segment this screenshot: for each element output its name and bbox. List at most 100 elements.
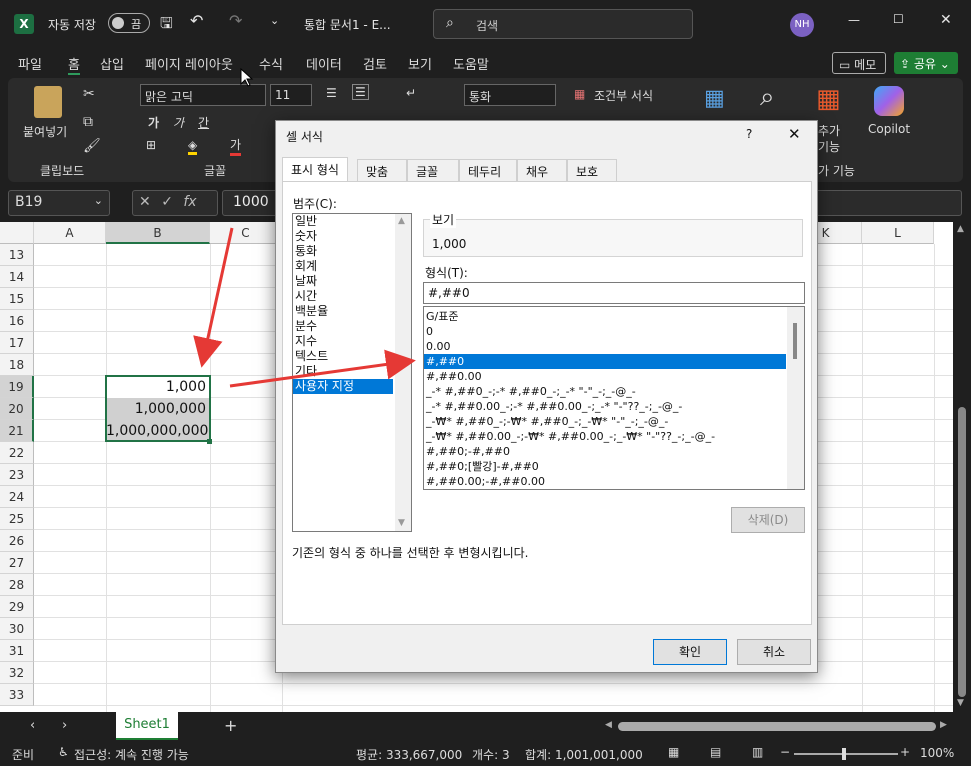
horizontal-scrollbar-thumb[interactable]	[618, 722, 936, 731]
page-layout-view-icon[interactable]: ▤	[710, 745, 721, 759]
vertical-scrollbar[interactable]: ▲ ▼	[953, 222, 971, 712]
menu-formulas[interactable]: 수식	[259, 54, 283, 73]
addins-label-1[interactable]: 추가	[818, 122, 840, 139]
memo-button[interactable]: ▭ 메모	[832, 52, 886, 74]
paste-icon[interactable]	[34, 86, 62, 118]
format-item[interactable]: _-₩* #,##0_-;-₩* #,##0_-;_-₩* "-"_-;_-@_…	[424, 414, 786, 429]
category-item[interactable]: 지수	[293, 334, 393, 349]
category-scroll-up-icon[interactable]: ▲	[398, 216, 405, 226]
fill-color-icon[interactable]: ◈	[188, 138, 198, 155]
menu-file[interactable]: 파일	[18, 54, 42, 73]
menu-help[interactable]: 도움말	[453, 54, 489, 73]
category-item[interactable]: 백분율	[293, 304, 393, 319]
border-icon[interactable]: ⊞	[146, 138, 156, 152]
customize-qat-icon[interactable]: ⌄	[270, 14, 279, 27]
scrollbar-thumb[interactable]	[958, 407, 966, 697]
conditional-format-icon[interactable]: ▦	[574, 87, 585, 101]
addins-label-2[interactable]: 기능	[818, 138, 840, 155]
category-item[interactable]: 기타	[293, 364, 393, 379]
format-item[interactable]: #,##0	[424, 354, 786, 369]
column-header-l[interactable]: L	[862, 222, 934, 244]
name-box[interactable]: B19 ⌄	[8, 190, 110, 216]
redo-icon[interactable]: ↷	[229, 11, 242, 30]
format-scrollbar-thumb[interactable]	[793, 323, 797, 359]
italic-icon[interactable]: 가	[173, 114, 184, 131]
format-item[interactable]: _-₩* #,##0.00_-;-₩* #,##0.00_-;_-₩* "-"?…	[424, 429, 786, 444]
format-item[interactable]: G/표준	[424, 309, 786, 324]
bold-icon[interactable]: 가	[148, 114, 159, 131]
save-icon[interactable]: 🖫	[160, 13, 173, 38]
find-icon[interactable]: ⌕	[760, 82, 775, 113]
row-header[interactable]: 29	[0, 596, 34, 618]
tab-alignment[interactable]: 맞춤	[357, 159, 407, 181]
select-all-corner[interactable]	[0, 222, 34, 244]
row-header[interactable]: 32	[0, 662, 34, 684]
font-size-select[interactable]: 11	[270, 84, 312, 106]
format-list[interactable]: G/표준 0 0.00 #,##0 #,##0.00 _-* #,##0_-;-* #,#…	[423, 306, 805, 490]
row-header[interactable]: 25	[0, 508, 34, 530]
delete-format-button[interactable]: 삭제(D)	[731, 507, 805, 533]
undo-icon[interactable]: ↶	[190, 11, 203, 30]
tab-fill[interactable]: 채우기	[517, 159, 567, 196]
column-header-c[interactable]: C	[210, 222, 282, 244]
menu-page-layout[interactable]: 페이지 레이아웃	[145, 54, 233, 73]
share-button[interactable]: ⇪ 공유 ⌄	[894, 52, 958, 74]
row-header[interactable]: 22	[0, 442, 34, 464]
hscroll-left-icon[interactable]: ◀	[605, 720, 612, 730]
dialog-help-button[interactable]: ?	[746, 127, 752, 141]
prev-sheet-icon[interactable]: ‹	[30, 718, 35, 733]
category-item[interactable]: 통화	[293, 244, 393, 259]
row-header[interactable]: 18	[0, 354, 34, 376]
copilot-button[interactable]: Copilot	[868, 122, 910, 136]
avatar[interactable]: NH	[790, 13, 814, 37]
hscroll-right-icon[interactable]: ▶	[940, 720, 947, 730]
category-item[interactable]: 숫자	[293, 229, 393, 244]
cut-icon[interactable]: ✂	[83, 86, 95, 102]
category-scroll-down-icon[interactable]: ▼	[398, 518, 405, 528]
row-header[interactable]: 31	[0, 640, 34, 662]
row-header[interactable]: 14	[0, 266, 34, 288]
align-middle-icon[interactable]: ☰	[352, 84, 369, 100]
column-header-a[interactable]: A	[34, 222, 106, 244]
copy-icon[interactable]: ⧉	[83, 114, 93, 130]
next-sheet-icon[interactable]: ›	[62, 718, 67, 733]
scroll-down-icon[interactable]: ▼	[957, 698, 964, 708]
fill-handle[interactable]	[207, 439, 212, 444]
zoom-in-icon[interactable]: +	[900, 745, 910, 759]
tab-number[interactable]: 표시 형식	[282, 157, 348, 181]
zoom-slider-thumb[interactable]	[842, 748, 846, 760]
page-break-view-icon[interactable]: ▥	[752, 745, 763, 759]
align-top-icon[interactable]: ☰	[326, 86, 337, 100]
search-box[interactable]: ⌕ 검색	[433, 9, 693, 39]
category-item[interactable]: 사용자 지정	[293, 379, 393, 394]
format-item[interactable]: #,##0.00	[424, 369, 786, 384]
format-scrollbar[interactable]	[787, 307, 804, 489]
wrap-text-icon[interactable]: ↵	[406, 86, 416, 100]
row-header[interactable]: 30	[0, 618, 34, 640]
addins-icon[interactable]: ▦	[816, 84, 841, 114]
status-accessibility[interactable]: 접근성: 계속 진행 가능	[74, 746, 189, 763]
tab-border[interactable]: 테두리	[459, 159, 517, 181]
insert-function-icon[interactable]: fx	[183, 194, 196, 210]
format-item[interactable]: 0.00	[424, 339, 786, 354]
column-header-b[interactable]: B	[106, 222, 210, 244]
row-header[interactable]: 28	[0, 574, 34, 596]
sheet-tab[interactable]: Sheet1	[116, 712, 178, 740]
tab-font[interactable]: 글꼴	[407, 159, 459, 181]
format-item[interactable]: #,##0;[빨강]-#,##0	[424, 459, 786, 474]
category-item[interactable]: 분수	[293, 319, 393, 334]
conditional-format-button[interactable]: 조건부 서식	[594, 87, 653, 104]
copilot-icon[interactable]	[874, 86, 904, 116]
row-header[interactable]: 24	[0, 486, 34, 508]
font-color-icon[interactable]: 가	[230, 136, 242, 156]
underline-icon[interactable]: 간	[198, 114, 209, 131]
confirm-entry-icon[interactable]: ✓	[161, 194, 173, 210]
row-header[interactable]: 16	[0, 310, 34, 332]
ok-button[interactable]: 확인	[653, 639, 727, 665]
zoom-slider[interactable]	[794, 748, 898, 760]
minimize-icon[interactable]: —	[848, 13, 860, 27]
add-sheet-icon[interactable]: +	[224, 716, 237, 735]
menu-insert[interactable]: 삽입	[100, 54, 124, 73]
row-header[interactable]: 20	[0, 398, 34, 420]
paste-button[interactable]: 붙여넣기	[23, 123, 67, 140]
